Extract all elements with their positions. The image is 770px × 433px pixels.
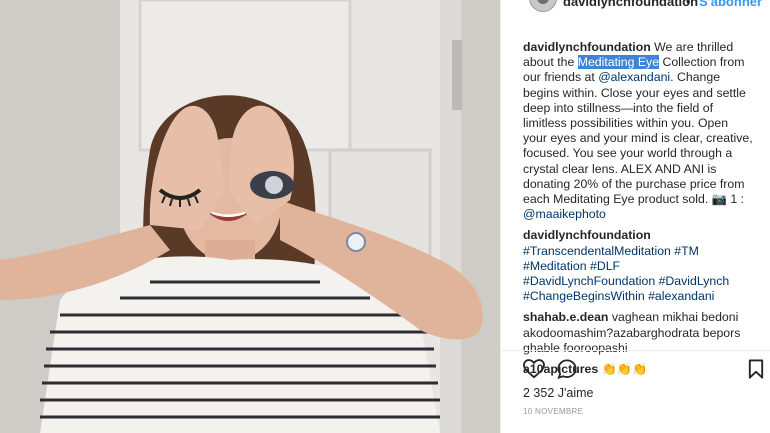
caption-text-3: . Change begins within. Close your eyes … xyxy=(523,70,753,207)
instagram-post: davidlynchfoundation • S'abonner davidly… xyxy=(0,0,770,433)
post-photo[interactable] xyxy=(0,0,500,433)
caption-highlight: Meditating Eye xyxy=(577,55,660,70)
comment-bubble-icon[interactable] xyxy=(557,359,577,379)
follow-button[interactable]: S'abonner xyxy=(699,0,762,9)
comment-username[interactable]: davidlynchfoundation xyxy=(523,228,651,242)
header-username[interactable]: davidlynchfoundation xyxy=(563,0,698,9)
header-separator: • xyxy=(686,0,691,9)
action-bar xyxy=(501,350,770,381)
bookmark-icon[interactable] xyxy=(748,359,764,379)
post-details-panel: davidlynchfoundation • S'abonner davidly… xyxy=(501,0,770,433)
mention-alexandani[interactable]: @alexandani xyxy=(598,70,670,84)
likes-count[interactable]: 2 352 J'aime xyxy=(523,386,593,400)
comment-username[interactable]: shahab.e.dean xyxy=(523,310,608,324)
heart-icon[interactable] xyxy=(523,359,545,379)
comment-hashtags[interactable]: #TranscendentalMeditation #TM #Meditatio… xyxy=(523,244,729,304)
mention-maaikephoto[interactable]: @maaikephoto xyxy=(523,207,606,221)
comments-list: davidlynchfoundation We are thrilled abo… xyxy=(523,40,755,383)
post-header: davidlynchfoundation • S'abonner xyxy=(501,0,770,14)
comment: davidlynchfoundation #TranscendentalMedi… xyxy=(523,228,755,304)
caption: davidlynchfoundation We are thrilled abo… xyxy=(523,40,755,222)
woman-covering-eyes-image xyxy=(0,0,500,433)
avatar[interactable] xyxy=(529,0,557,12)
caption-username[interactable]: davidlynchfoundation xyxy=(523,40,651,54)
post-date[interactable]: 10 NOVEMBRE xyxy=(523,407,583,416)
